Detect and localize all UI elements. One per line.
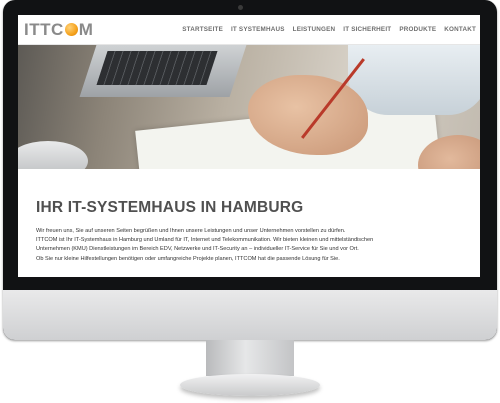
keyboard-illustration [96,51,218,85]
nav-produkte[interactable]: PRODUKTE [399,26,436,33]
intro-line-1: Wir freuen uns, Sie auf unseren Seiten b… [36,228,346,234]
monitor-stand-neck [206,340,294,376]
globe-icon [64,23,78,36]
logo-text-right: M [78,19,94,39]
camera-dot [238,5,243,10]
intro-line-4: Ob Sie nur kleine Hilfestellungen benöti… [36,255,340,262]
logo-text-left: ITTC [24,19,64,39]
site-logo[interactable]: ITTC M [24,20,93,40]
hero-image [18,45,480,169]
nav-it-systemhaus[interactable]: IT SYSTEMHAUS [231,26,285,33]
nav-kontakt[interactable]: KONTAKT [444,26,476,33]
nav-startseite[interactable]: STARTSEITE [182,26,223,33]
monitor-chin [3,290,497,340]
main-content: IHR IT-SYSTEMHAUS IN HAMBURG Wir freuen … [18,169,480,264]
page-heading: IHR IT-SYSTEMHAUS IN HAMBURG [36,199,304,216]
nav-it-sicherheit[interactable]: IT SICHERHEIT [343,26,391,33]
monitor-stand-base [180,374,320,396]
mouse-illustration [18,141,88,169]
main-nav: STARTSEITE IT SYSTEMHAUS LEISTUNGEN IT S… [182,26,476,33]
intro-line-3: Unternehmen (KMU) Dienstleistungen im Be… [36,246,359,253]
intro-line-2: ITTCOM ist Ihr IT-Systemhaus in Hamburg … [36,237,374,244]
nav-leistungen[interactable]: LEISTUNGEN [293,26,336,33]
website-screen: ITTC M STARTSEITE IT SYSTEMHAUS LEISTUNG… [18,15,480,277]
site-header: ITTC M STARTSEITE IT SYSTEMHAUS LEISTUNG… [18,15,480,45]
shirt-sleeve-illustration [348,45,480,115]
